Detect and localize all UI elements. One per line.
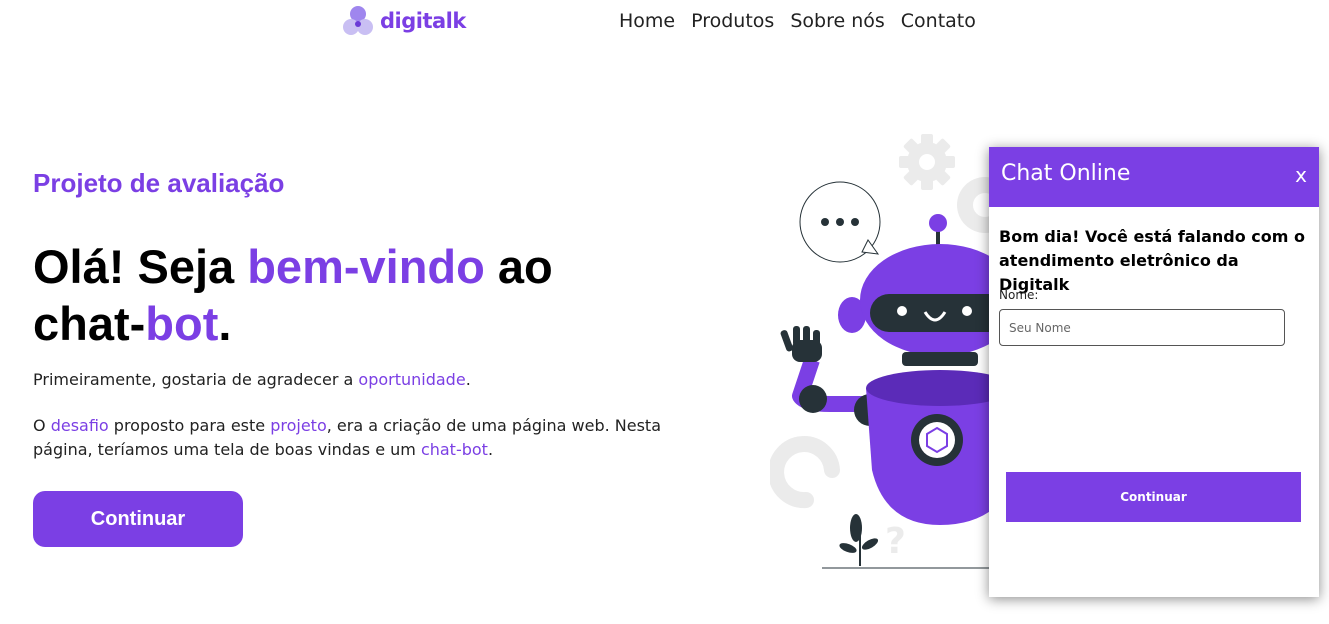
- main-nav: Home Produtos Sobre nós Contato: [619, 10, 976, 32]
- svg-text:?: ?: [885, 521, 906, 562]
- chat-widget: Chat Online x Bom dia! Você está falando…: [989, 147, 1319, 597]
- highlight-chat-bot: chat-bot: [420, 440, 488, 459]
- chat-greeting: Bom dia! Você está falando com o atendim…: [999, 227, 1305, 294]
- hero-description: O desafio proposto para este projeto, er…: [33, 416, 661, 459]
- logo[interactable]: digitalk: [342, 4, 466, 38]
- chat-title: Chat Online: [1001, 161, 1131, 186]
- nav-produtos[interactable]: Produtos: [691, 10, 774, 32]
- logo-mark-icon: [342, 4, 376, 38]
- logo-text: digitalk: [380, 9, 466, 33]
- hero-title: Olá! Seja bem-vindo ao chat-bot.: [33, 240, 553, 350]
- hero-intro: Primeiramente, gostaria de agradecer a o…: [33, 370, 471, 389]
- hero-kicker: Projeto de avaliação: [33, 168, 285, 198]
- gear-icon: [899, 134, 955, 190]
- question-mark-icon: [770, 436, 840, 509]
- site-header: digitalk Home Produtos Sobre nós Contato: [0, 0, 1329, 44]
- nav-sobre-nos[interactable]: Sobre nós: [790, 10, 884, 32]
- name-input[interactable]: [999, 309, 1285, 346]
- highlight-desafio: desafio: [50, 416, 109, 435]
- chat-header: Chat Online x: [989, 147, 1319, 207]
- plant-icon: [839, 514, 879, 566]
- speech-bubble-icon: [799, 181, 881, 263]
- name-label: Nome:: [999, 288, 1039, 302]
- chat-continue-button[interactable]: Continuar: [1006, 472, 1301, 522]
- close-icon[interactable]: x: [1295, 163, 1307, 187]
- nav-home[interactable]: Home: [619, 10, 675, 32]
- nav-contato[interactable]: Contato: [901, 10, 976, 32]
- highlight-projeto: projeto: [270, 416, 327, 435]
- continue-button[interactable]: Continuar: [33, 491, 243, 547]
- highlight-oportunidade: oportunidade: [358, 370, 466, 389]
